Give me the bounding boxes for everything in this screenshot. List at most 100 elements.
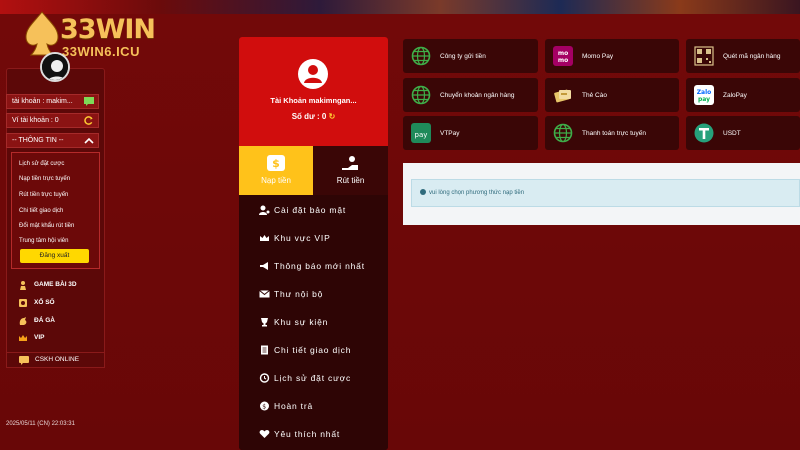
message-icon[interactable]: [84, 97, 94, 106]
svg-text:mo: mo: [558, 50, 568, 57]
payment-bank-transfer[interactable]: Chuyển khoản ngân hàng: [403, 78, 538, 112]
spade-logo-icon: [25, 11, 59, 56]
dropdown-item-withdraw[interactable]: Rút tiền trực tuyến: [19, 192, 68, 198]
vtpay-icon: pay: [411, 123, 431, 143]
logo-brand: 33WIN: [60, 14, 156, 45]
document-icon: [261, 345, 268, 355]
logout-button[interactable]: Đăng xuất: [20, 249, 89, 263]
rooster-icon: [19, 317, 27, 325]
sidebar-item-label: GAME BÀI 3D: [34, 281, 77, 288]
payment-usdt[interactable]: USDT: [686, 116, 800, 150]
nav-label: Lịch sử đặt cược: [274, 373, 351, 383]
nav-label: Chi tiết giao dịch: [274, 345, 352, 355]
sidebar-item-label: XỔ SỐ: [34, 299, 55, 306]
payment-bank-qr[interactable]: Quét mã ngân hàng: [686, 39, 800, 73]
account-row[interactable]: tài khoản : makim...: [6, 94, 99, 109]
crown-icon: [19, 335, 27, 341]
globe-icon: [411, 85, 431, 105]
svg-text:$: $: [272, 157, 280, 170]
nav-label: Thông báo mới nhất: [274, 261, 365, 271]
card-icon: [554, 89, 571, 103]
info-toggle-label: -- THÔNG TIN --: [12, 137, 64, 144]
wallet-row[interactable]: Ví tài khoản : 0: [6, 113, 99, 128]
refresh-icon[interactable]: [84, 116, 94, 125]
info-icon: [420, 189, 426, 196]
lottery-icon: [19, 299, 27, 307]
nav-label: Thư nội bộ: [274, 289, 324, 299]
svg-text:Zalo: Zalo: [697, 89, 712, 96]
dropdown-item-bet-history[interactable]: Lịch sử đặt cược: [19, 161, 64, 167]
tab-deposit-label: Nạp tiền: [261, 176, 291, 185]
dropdown-item-member-center[interactable]: Trung tâm hội viên: [19, 238, 68, 244]
payment-label: Công ty gửi tiền: [440, 52, 486, 60]
nav-label: Khu sự kiện: [274, 317, 329, 327]
profile-icon: [298, 59, 328, 89]
account-label: tài khoản : makim...: [12, 98, 73, 105]
svg-text:mo: mo: [558, 57, 568, 64]
payment-label: USDT: [723, 129, 741, 137]
cskh-online-button[interactable]: CSKH ONLINE: [6, 352, 105, 368]
balance-value: Số dư : 0: [291, 112, 327, 121]
globe-icon: [411, 46, 431, 66]
payment-label: Thanh toán trực tuyến: [582, 129, 646, 137]
nav-label: Hoàn trả: [274, 401, 314, 411]
account-nav: Cài đặt bảo mật Khu vực VIP Thông báo mớ…: [239, 195, 388, 450]
deposit-icon: $: [267, 155, 285, 171]
payment-zalopay[interactable]: Zalo pay ZaloPay: [686, 78, 800, 112]
payment-label: ZaloPay: [723, 91, 747, 99]
nav-label: Khu vực VIP: [274, 233, 331, 243]
payment-label: VTPay: [440, 129, 460, 137]
momo-icon: momo: [553, 46, 573, 66]
payment-label: Quét mã ngân hàng: [723, 52, 781, 60]
payment-scratch-card[interactable]: Thẻ Cào: [545, 78, 679, 112]
server-timestamp: 2025/05/11 (CN) 22:03:31: [6, 421, 75, 427]
svg-text:$: $: [262, 404, 267, 411]
chevron-up-icon: [84, 137, 94, 144]
payment-momo[interactable]: mo mo Momo Pay: [545, 39, 679, 73]
payment-company-deposit[interactable]: Công ty gửi tiền: [403, 39, 538, 73]
balance-refresh-icon[interactable]: ↻: [329, 112, 336, 121]
info-toggle[interactable]: -- THÔNG TIN --: [6, 133, 99, 148]
account-name: Tài Khoản makimngan...: [270, 96, 357, 105]
dropdown-item-change-password[interactable]: Đổi mật khẩu rút tiền: [19, 223, 74, 229]
avatar[interactable]: [40, 52, 70, 82]
tab-deposit[interactable]: $ Nạp tiền: [239, 146, 313, 195]
zalopay-icon: Zalopay: [694, 85, 714, 105]
heart-icon: [259, 430, 270, 438]
payment-label: Thẻ Cào: [582, 91, 607, 99]
cskh-label: CSKH ONLINE: [35, 356, 80, 363]
sidebar-item-label: ĐÁ GÀ: [34, 317, 55, 324]
dropdown-item-deposit[interactable]: Nạp tiền trực tuyến: [19, 176, 70, 182]
balance-row: Số dư : 0 ↻: [239, 112, 388, 121]
payment-label: Momo Pay: [582, 52, 614, 60]
globe-icon: [553, 123, 573, 143]
payment-online[interactable]: Thanh toán trực tuyến: [545, 116, 679, 150]
trophy-icon: [261, 318, 268, 327]
nav-label: Yêu thích nhất: [274, 429, 341, 439]
sidebar-item-label: VIP: [34, 334, 45, 341]
dropdown-item-transactions[interactable]: Chi tiết giao dịch: [19, 208, 63, 214]
qr-icon: [694, 46, 714, 66]
nav-label: Cài đặt bảo mật: [274, 205, 347, 215]
account-header: Tài Khoản makimngan... Số dư : 0 ↻: [239, 37, 388, 146]
svg-text:pay: pay: [415, 131, 428, 139]
tab-withdraw[interactable]: Rút tiền: [313, 146, 388, 195]
megaphone-icon: [260, 262, 268, 270]
chat-icon: [19, 356, 29, 365]
notice-text: vui lòng chọn phương thức nạp tiền: [429, 190, 525, 196]
usdt-icon: [694, 123, 714, 143]
info-notice: vui lòng chọn phương thức nạp tiền: [411, 179, 800, 207]
coin-icon: $: [260, 401, 269, 411]
payment-label: Chuyển khoản ngân hàng: [440, 91, 515, 99]
user-gear-icon: [259, 205, 270, 215]
account-card: Tài Khoản makimngan... Số dư : 0 ↻ $ Nạp…: [239, 37, 388, 450]
payment-vtpay[interactable]: pay VTPay: [403, 116, 538, 150]
envelope-icon: [259, 290, 270, 298]
info-dropdown: Lịch sử đặt cược Nạp tiền trực tuyến Rút…: [11, 152, 100, 269]
history-icon: [259, 373, 270, 383]
withdraw-icon: [342, 156, 358, 170]
pawn-icon: [20, 281, 26, 290]
crown-icon: [260, 235, 269, 241]
svg-text:pay: pay: [698, 96, 710, 103]
wallet-label: Ví tài khoản : 0: [12, 117, 59, 124]
